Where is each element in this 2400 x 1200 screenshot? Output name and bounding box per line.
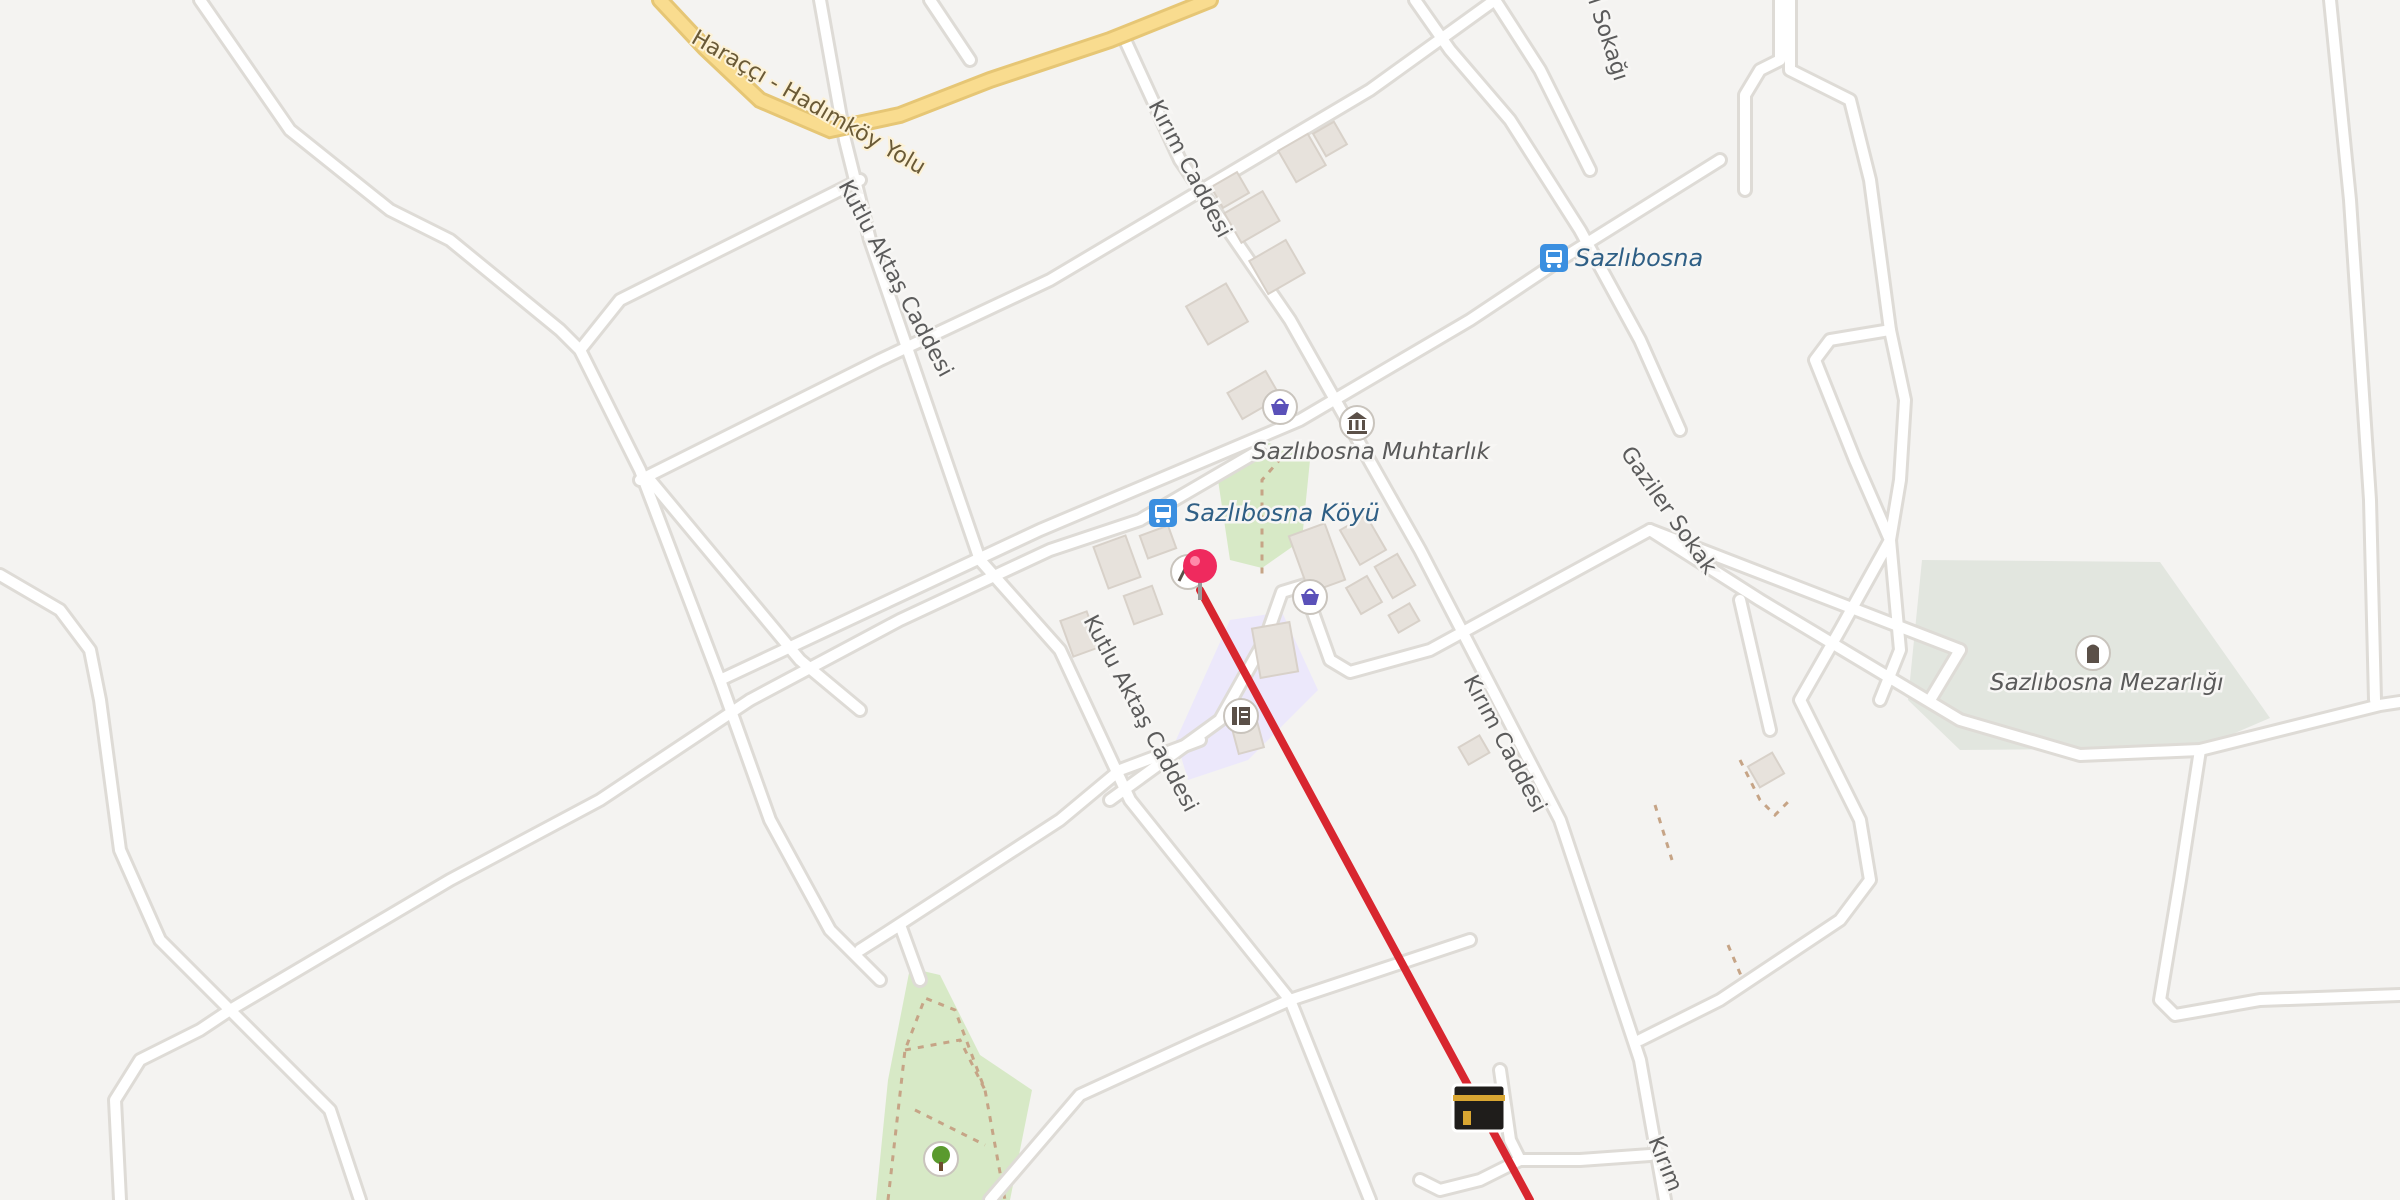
cemetery-icon[interactable]	[2075, 635, 2111, 671]
bus-stop-icon[interactable]	[1540, 244, 1568, 272]
road-edge	[222, 1002, 368, 1200]
label-koyu-stop: Sazlıbosna Köyü	[1185, 499, 1380, 527]
label-cemetery: Sazlıbosna Mezarlığı	[1990, 670, 2224, 696]
road-segment[interactable]	[575, 175, 865, 355]
label-haracci-hadimkoy-yolu: Haraççı - Hadımköy Yolu	[687, 26, 930, 181]
shopping-basket-icon[interactable]	[1262, 389, 1298, 425]
road-segment[interactable]	[0, 570, 235, 1015]
school-icon[interactable]	[1223, 698, 1259, 734]
location-pin-icon[interactable]	[1183, 549, 1217, 600]
label-muhtarlik: Sazlıbosna Muhtarlık	[1252, 439, 1492, 465]
label-kirim-south: Kırım	[1642, 1133, 1687, 1195]
road-segment[interactable]	[985, 935, 1475, 1200]
road-segment[interactable]	[925, 0, 975, 65]
kaaba-icon[interactable]	[1451, 1083, 1507, 1133]
road-edge	[1492, 1062, 1658, 1168]
label-sazlibosna-stop: Sazlıbosna	[1575, 244, 1703, 272]
road-edge	[982, 932, 1478, 1200]
label-gaziler-sokak: Gaziler Sokak	[1615, 442, 1722, 579]
road-segment[interactable]	[1490, 0, 1595, 175]
road-segment[interactable]	[225, 695, 755, 1015]
road-segment[interactable]	[2155, 745, 2400, 1020]
shopping-basket-icon[interactable]	[1292, 579, 1328, 615]
park-tree-icon[interactable]	[923, 1141, 959, 1177]
road-segment[interactable]	[110, 1005, 235, 1200]
map-canvas[interactable]: Haraççı - Hadımköy Yolu Kutlu Aktaş Cadd…	[0, 0, 2400, 1200]
town-hall-icon[interactable]	[1339, 405, 1375, 441]
bus-stop-icon[interactable]	[1149, 499, 1177, 527]
label-top-sokak: l Sokağı	[1582, 0, 1632, 84]
road-segment[interactable]	[1495, 1065, 1655, 1165]
road-segment[interactable]	[1735, 595, 1775, 735]
school-area[interactable]	[1176, 612, 1318, 780]
